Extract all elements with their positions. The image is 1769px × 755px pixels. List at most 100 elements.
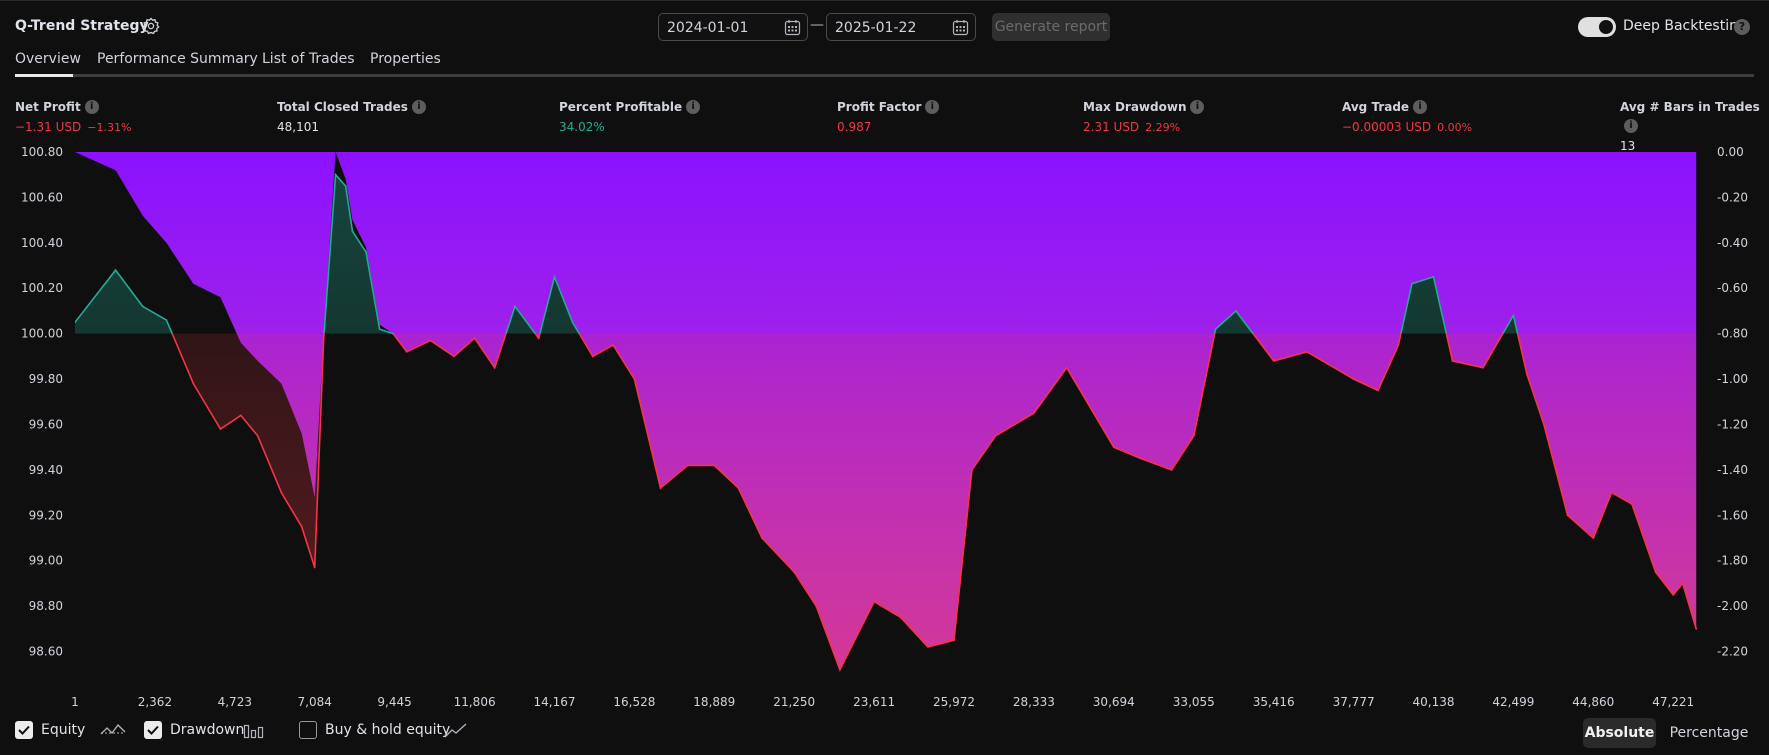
equity-point	[873, 600, 875, 603]
x-axis-tick-label: 37,777	[1333, 695, 1375, 709]
x-axis-tick-label: 4,723	[218, 695, 252, 709]
info-icon[interactable]: i	[925, 99, 940, 114]
equity-point	[553, 276, 556, 278]
equity-point	[473, 337, 476, 340]
buy-hold-checkbox[interactable]	[299, 721, 317, 739]
calendar-icon[interactable]	[952, 19, 969, 36]
right-axis-tick-label: -1.20	[1717, 418, 1748, 432]
equity-line-icon	[100, 722, 126, 744]
equity-point	[344, 185, 347, 187]
equity-point	[334, 173, 337, 176]
info-icon[interactable]: i	[1190, 99, 1205, 114]
metric-net-profit: Net Profit i −1.31 USD −1.31%	[15, 96, 131, 134]
equity-point	[612, 344, 614, 346]
date-to-field[interactable]: 2025-01-22	[826, 13, 976, 41]
metric-label: Percent Profitable	[559, 99, 683, 114]
equity-point	[1681, 582, 1684, 585]
metric-value: 48,101	[277, 120, 426, 134]
equity-drawdown-chart[interactable]: 100.80 100.60 100.40 100.20 100.00 99.80 99.60…	[0, 140, 1769, 710]
equity-point	[256, 434, 259, 437]
equity-point	[1566, 514, 1569, 517]
equity-label: Equity	[41, 722, 86, 738]
equity-point	[365, 251, 367, 253]
info-icon[interactable]: i	[411, 99, 426, 114]
equity-point	[1610, 491, 1613, 494]
left-axis-tick-label: 100.80	[21, 145, 63, 159]
date-from-field[interactable]: 2024-01-01	[658, 13, 808, 41]
equity-point	[378, 328, 381, 330]
deep-backtesting-label: Deep Backtesting	[1623, 18, 1747, 34]
drawdown-checkbox[interactable]	[144, 721, 162, 739]
metric-value-main: −0.00003 USD	[1342, 120, 1432, 134]
x-axis-tick-label: 42,499	[1492, 695, 1534, 709]
right-axis-tick-label: -0.80	[1717, 327, 1748, 341]
deep-backtesting-toggle[interactable]	[1578, 17, 1616, 37]
metric-value: −0.00003 USD 0.00%	[1342, 120, 1472, 134]
equity-point	[1512, 314, 1515, 317]
equity-point	[1170, 469, 1173, 471]
x-axis-tick-label: 28,333	[1013, 695, 1055, 709]
tab-performance-summary[interactable]: Performance Summary	[97, 51, 258, 67]
tab-properties[interactable]: Properties	[370, 51, 441, 67]
buy-hold-line-icon	[444, 722, 468, 744]
equity-point	[1451, 360, 1454, 362]
chart-canvas: 100.80 100.60 100.40 100.20 100.00 99.80 99.60…	[21, 145, 1748, 709]
equity-point	[1654, 571, 1657, 573]
equity-point	[633, 378, 636, 380]
equity-point	[453, 355, 455, 358]
right-axis-tick-label: -1.40	[1717, 463, 1748, 477]
calendar-icon[interactable]	[784, 19, 801, 36]
equity-point	[761, 537, 763, 539]
drawdown-checkbox-item[interactable]: Drawdown	[144, 721, 274, 741]
settings-gear-icon[interactable]	[142, 17, 160, 35]
left-axis-tick-label: 100.40	[21, 236, 63, 250]
equity-point	[1432, 276, 1435, 278]
drawdown-bars-icon	[243, 722, 265, 744]
right-axis-tick-label: -0.60	[1717, 281, 1748, 295]
metric-value-main: 48,101	[277, 120, 319, 134]
metric-value-sub: 0.00%	[1437, 121, 1473, 134]
buy-hold-checkbox-item[interactable]: Buy & hold equity	[299, 721, 469, 741]
generate-report-button[interactable]: Generate report	[992, 13, 1110, 41]
x-axis-tick-label: 30,694	[1093, 695, 1135, 709]
help-icon[interactable]: ?	[1734, 19, 1750, 35]
right-axis-tick-label: -0.40	[1717, 236, 1748, 250]
x-axis-tick-label: 25,972	[933, 695, 975, 709]
equity-point	[1306, 350, 1308, 353]
equity-point	[313, 566, 316, 569]
equity-point	[1526, 373, 1528, 376]
right-axis-tick-label: -2.20	[1717, 645, 1748, 659]
metric-value: 34.02%	[559, 120, 700, 134]
equity-point	[1631, 503, 1633, 505]
metric-label: Avg # Bars in Trades	[1620, 99, 1760, 114]
buy-hold-label: Buy & hold equity	[325, 722, 451, 738]
left-axis-tick-label: 99.80	[29, 372, 63, 386]
equity-point	[239, 414, 242, 417]
x-axis-tick-label: 1	[71, 695, 79, 709]
metric-max-drawdown: Max Drawdown i 2.31 USD 2.29%	[1083, 96, 1205, 134]
metric-profit-factor: Profit Factor i 0.987	[837, 96, 940, 134]
equity-point	[1543, 423, 1545, 426]
x-axis-tick-label: 18,889	[693, 695, 735, 709]
metric-percent-profitable: Percent Profitable i 34.02%	[559, 96, 701, 134]
x-axis-tick-label: 9,445	[377, 695, 411, 709]
info-icon[interactable]: i	[686, 99, 701, 114]
equity-checkbox-item[interactable]: Equity	[15, 721, 126, 741]
strategy-title[interactable]: Q-Trend Strategy	[15, 18, 149, 34]
equity-point	[1272, 360, 1275, 362]
info-icon[interactable]: i	[84, 99, 99, 114]
absolute-mode-button[interactable]: Absolute	[1583, 718, 1656, 748]
metric-label: Profit Factor	[837, 99, 922, 114]
equity-point	[1352, 378, 1355, 380]
equity-point	[1140, 457, 1142, 460]
info-icon[interactable]: i	[1413, 99, 1428, 114]
tab-list-of-trades[interactable]: List of Trades	[262, 51, 355, 67]
tab-overview[interactable]: Overview	[15, 51, 81, 67]
percentage-mode-button[interactable]: Percentage	[1669, 718, 1749, 748]
equity-point	[429, 339, 432, 342]
info-icon[interactable]: i	[1624, 118, 1638, 133]
equity-checkbox[interactable]	[15, 721, 33, 739]
equity-point	[165, 319, 168, 321]
date-to-value: 2025-01-22	[835, 20, 917, 36]
equity-point	[1377, 389, 1379, 392]
